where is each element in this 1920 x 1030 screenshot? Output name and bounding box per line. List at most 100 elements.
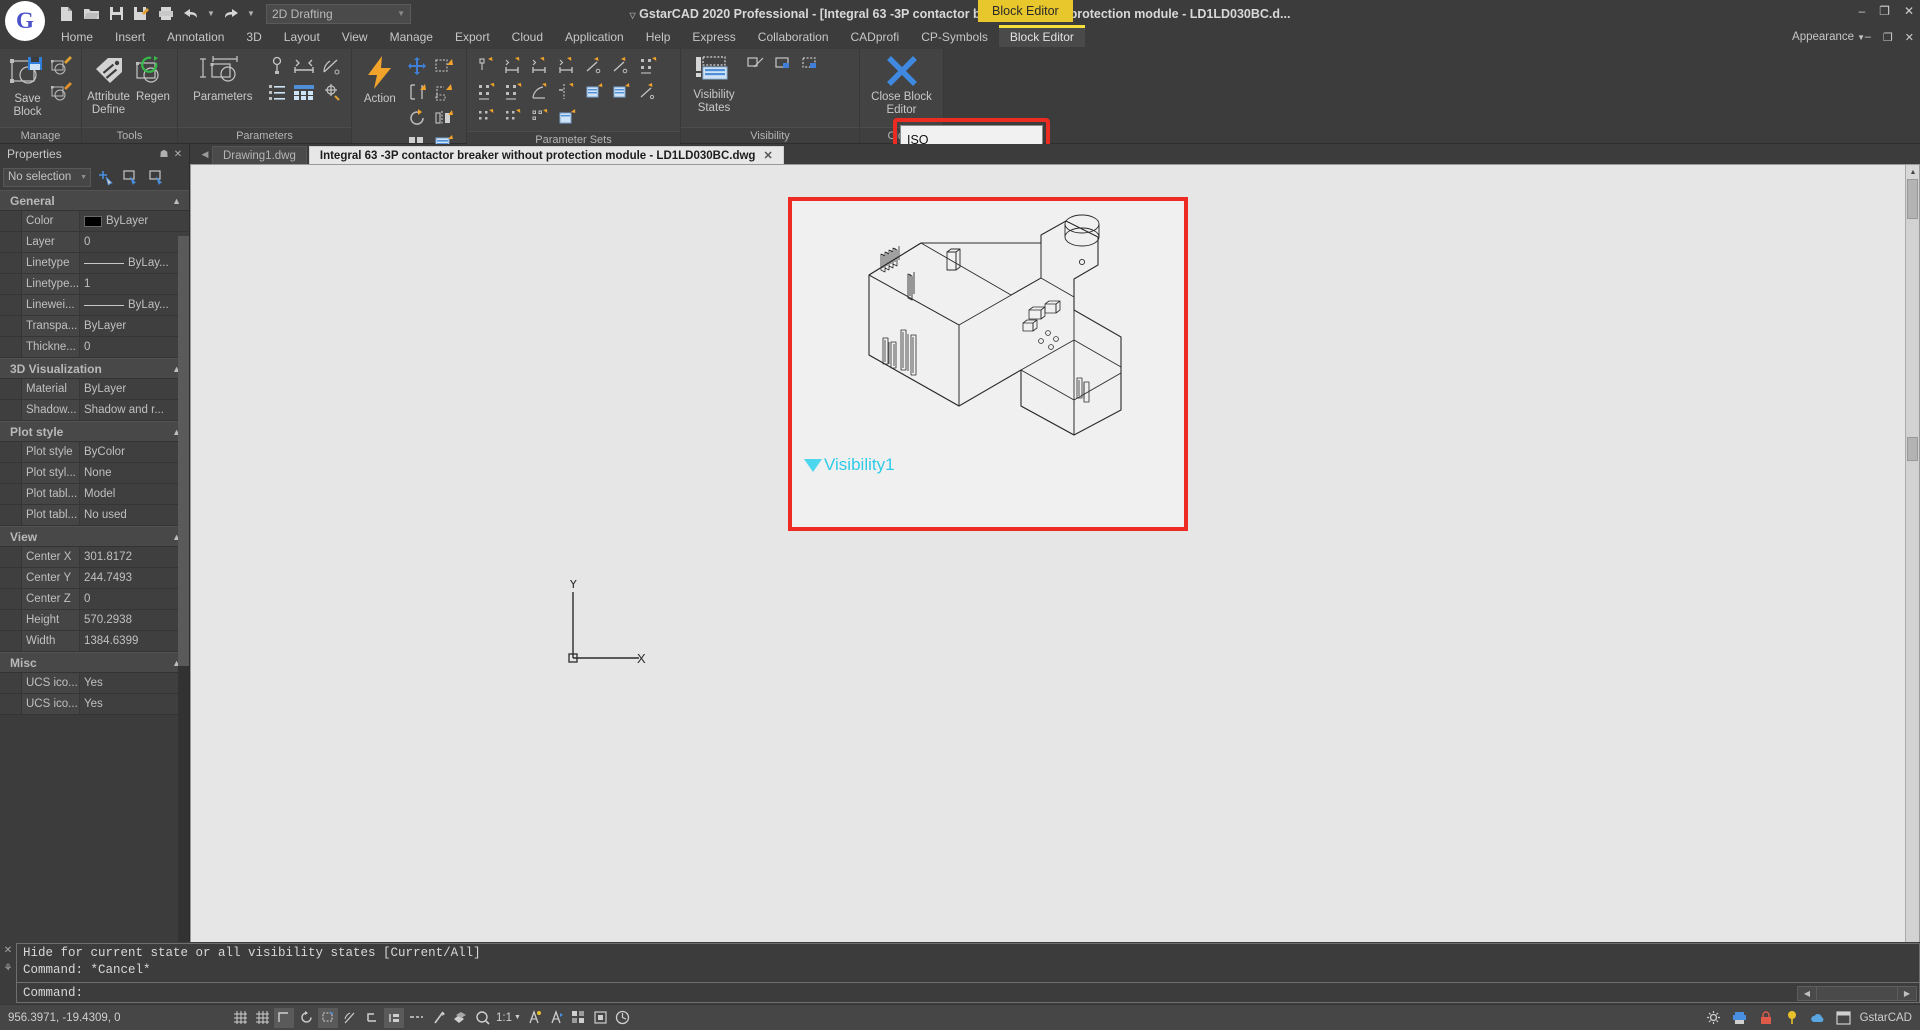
settings-gear-icon[interactable] <box>1704 1008 1724 1028</box>
property-group-view[interactable]: View ▲ <box>0 526 189 547</box>
property-value[interactable]: 570.2938 <box>80 610 189 630</box>
polar-tracking-icon[interactable] <box>296 1008 316 1028</box>
close-icon[interactable]: ✕ <box>4 945 12 956</box>
tab-scroll-left-icon[interactable]: ◀ <box>198 144 212 164</box>
xy-array-set-icon[interactable] <box>500 79 527 105</box>
lookup-set-icon[interactable] <box>608 79 635 105</box>
grid-display-icon[interactable] <box>230 1008 250 1028</box>
property-value[interactable]: 1 <box>80 274 189 294</box>
property-row-color[interactable]: Color ByLayer <box>0 211 189 232</box>
dynamic-ucs-icon[interactable] <box>384 1007 404 1028</box>
canvas-vscroll-thumb-2[interactable] <box>1907 437 1918 461</box>
new-file-icon[interactable] <box>55 3 77 25</box>
polar-parameter-icon[interactable] <box>318 53 345 79</box>
property-value[interactable]: ByLayer <box>80 379 189 399</box>
annotation-scale-control[interactable]: 1:1 ▼ <box>494 1012 523 1024</box>
linear-stretch-set-icon[interactable] <box>527 53 554 79</box>
document-tab-integral63[interactable]: Integral 63 -3P contactor breaker withou… <box>308 146 784 164</box>
property-value[interactable]: 244.7493 <box>80 568 189 588</box>
save-as-icon[interactable] <box>130 3 152 25</box>
menu-item-manage[interactable]: Manage <box>379 27 444 47</box>
doc-restore-button[interactable]: ❐ <box>1883 31 1893 44</box>
flip-action-icon[interactable] <box>431 105 458 131</box>
polar-stretch-set-icon[interactable] <box>608 53 635 79</box>
menu-item-express[interactable]: Express <box>681 27 746 47</box>
property-row-linetype-scale[interactable]: Linetype... 1 <box>0 274 189 295</box>
open-file-icon[interactable] <box>80 3 102 25</box>
property-group-3d-visualization[interactable]: 3D Visualization ▲ <box>0 358 189 379</box>
property-value-cell[interactable]: ByLay... <box>80 253 189 273</box>
menu-item-block-editor[interactable]: Block Editor <box>998 27 1085 47</box>
parameters-table-icon[interactable] <box>291 79 318 105</box>
menu-item-home[interactable]: Home <box>50 27 104 47</box>
alignment-parameter-icon[interactable] <box>318 79 345 105</box>
property-value[interactable]: ByLayer <box>80 316 189 336</box>
property-row-width[interactable]: Width 1384.6399 <box>0 631 189 652</box>
rotation-set-icon[interactable] <box>527 79 554 105</box>
lock-icon[interactable] <box>1756 1008 1776 1028</box>
scroll-up-icon[interactable]: ▲ <box>1906 165 1919 179</box>
restore-button[interactable]: ❐ <box>1879 4 1890 18</box>
menu-item-collaboration[interactable]: Collaboration <box>747 27 840 47</box>
property-row-thickness[interactable]: Thickne... 0 <box>0 337 189 358</box>
save-block-as-icon[interactable] <box>49 53 75 79</box>
menu-item-3d[interactable]: 3D <box>235 27 272 47</box>
attribute-define-button[interactable]: Attribute Define <box>87 53 130 117</box>
save-icon[interactable] <box>105 3 127 25</box>
select-objects-icon[interactable] <box>121 167 143 187</box>
property-row-shadow[interactable]: Shadow... Shadow and r... <box>0 400 189 421</box>
cloud-icon[interactable] <box>1808 1008 1828 1028</box>
quick-select-icon[interactable] <box>95 167 117 187</box>
move-action-icon[interactable] <box>404 53 431 79</box>
menu-item-insert[interactable]: Insert <box>104 27 156 47</box>
property-value[interactable]: ByColor <box>80 442 189 462</box>
snap-mode-icon[interactable] <box>252 1008 272 1028</box>
doc-minimize-button[interactable]: – <box>1865 31 1871 44</box>
linear-parameter-icon[interactable] <box>291 53 318 79</box>
object-snap-tracking-icon[interactable] <box>340 1008 360 1028</box>
make-visible-icon[interactable] <box>743 53 770 79</box>
xy-grid-set-icon[interactable] <box>527 105 554 131</box>
property-row-lineweight[interactable]: Linewei... ByLay... <box>0 295 189 316</box>
property-row-plot-style[interactable]: Plot style ByColor <box>0 442 189 463</box>
block-properties-icon[interactable] <box>49 79 75 105</box>
plot-icon[interactable] <box>155 3 177 25</box>
make-invisible-icon[interactable] <box>770 53 797 79</box>
workspace-switch-icon[interactable] <box>569 1008 589 1028</box>
menu-item-layout[interactable]: Layout <box>273 27 331 47</box>
property-value[interactable]: Model <box>80 484 189 504</box>
property-row-material[interactable]: Material ByLayer <box>0 379 189 400</box>
menu-item-view[interactable]: View <box>331 27 379 47</box>
visibility-states-button[interactable]: Visibility States <box>687 53 741 115</box>
appearance-menu[interactable]: Appearance ▼ <box>1792 31 1865 43</box>
point-parameter-icon[interactable] <box>264 53 291 79</box>
properties-scroll-thumb[interactable] <box>178 236 189 666</box>
property-row-plot-style-name[interactable]: Plot styl... None <box>0 463 189 484</box>
command-scroll-controls[interactable]: ◀ ▶ <box>1797 985 1917 1001</box>
object-snap-icon[interactable] <box>318 1007 338 1028</box>
undo-icon[interactable] <box>180 3 202 25</box>
polar-stretch-action-icon[interactable] <box>431 79 458 105</box>
property-row-height[interactable]: Height 570.2938 <box>0 610 189 631</box>
menu-item-annotation[interactable]: Annotation <box>156 27 235 47</box>
menu-item-cp-symbols[interactable]: CP-Symbols <box>910 27 999 47</box>
property-row-transparency[interactable]: Transpa... ByLayer <box>0 316 189 337</box>
polar-move-set-icon[interactable] <box>581 53 608 79</box>
xy-box2-set-icon[interactable] <box>500 105 527 131</box>
auto-scale-icon[interactable] <box>547 1008 567 1028</box>
properties-vertical-scrollbar[interactable] <box>178 236 189 1030</box>
visibility-parameter-label[interactable]: Visibility1 <box>804 455 895 475</box>
property-value[interactable]: Yes <box>80 694 189 714</box>
polar-array-set-icon[interactable] <box>635 79 662 105</box>
lineweight-icon[interactable] <box>428 1008 448 1028</box>
property-value[interactable]: Yes <box>80 673 189 693</box>
close-panel-icon[interactable]: ✕ <box>171 149 185 160</box>
ortho-mode-icon[interactable] <box>274 1007 294 1028</box>
property-group-general[interactable]: General ▲ <box>0 190 189 211</box>
close-block-editor-button[interactable]: Close Block Editor <box>866 53 937 117</box>
dynamic-input-icon[interactable] <box>406 1008 426 1028</box>
visibility-grip-icon[interactable] <box>804 458 822 472</box>
rotate-action-icon[interactable] <box>404 105 431 131</box>
redo-dropdown-icon[interactable]: ▼ <box>245 3 257 25</box>
xy-move-set-icon[interactable] <box>635 53 662 79</box>
